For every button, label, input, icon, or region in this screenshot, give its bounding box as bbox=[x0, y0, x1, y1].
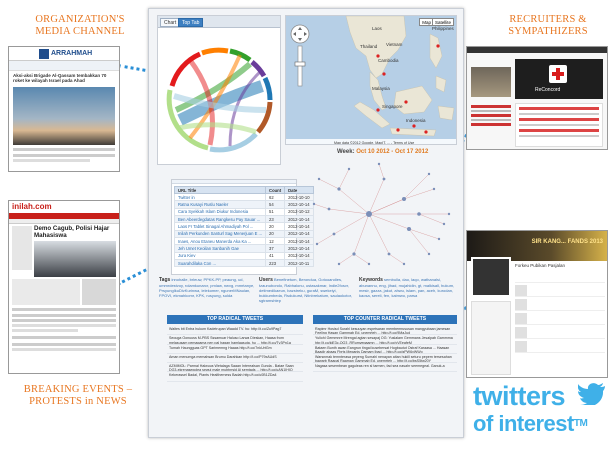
table-row[interactable]: Twitter in 62 2012-10-10 bbox=[173, 193, 314, 202]
list-item[interactable]: AZMIMOL: Parmal Halwuus Wetalaga Saaan I… bbox=[167, 363, 303, 373]
recruiter-photo bbox=[471, 67, 511, 97]
media-headline: Aksi-aksi Brigade Al-Qassam tembakkan 70… bbox=[13, 73, 107, 83]
list-item[interactable]: Waltes bit Entra hukum Kadetrupan Waadd … bbox=[167, 326, 303, 336]
list-item[interactable]: Kekerassel Badal, Plants Healtherness Ba… bbox=[167, 372, 303, 382]
banner-text: SIR KANG... FANDS 2013 bbox=[531, 239, 603, 245]
map-label-thailand: Thailand bbox=[360, 44, 378, 49]
list-item[interactable]: Tumah Haungguas GPT Sarimemng Haaas http… bbox=[167, 345, 303, 354]
list-item[interactable]: Aman menumga memahsan Brumu Darahkan htt… bbox=[167, 354, 303, 364]
news-headline: Demo Cagub, Polisi Hajar Mahasiswa bbox=[34, 225, 110, 239]
url-title-cell[interactable]: Twitter in bbox=[173, 193, 267, 202]
map-label-laos: Laos bbox=[372, 26, 383, 31]
users-cloud: Users Benefinetum, Berondua, Gotooandies… bbox=[259, 277, 355, 307]
url-title-cell[interactable]: Ratna Kusayi Ruslu Naeler bbox=[173, 200, 267, 209]
profile2-name: Forkeu Pubikan Pasjalan bbox=[515, 263, 566, 268]
table-row[interactable]: Suarahdilaka Con ... 223 2012-10-11 bbox=[173, 258, 314, 268]
map[interactable]: Laos Thailand Vietnam Cambodia Malaysia … bbox=[286, 16, 457, 145]
media-logo-text: ARRAHMAH bbox=[51, 50, 93, 57]
breaking-events-title: BREAKING EVENTS – PROTESTS in NEWS bbox=[23, 384, 133, 407]
tags-cloud: Tags innohalle, brleuw, PPKK-PP, peaung,… bbox=[159, 277, 255, 307]
count-cell: 62 bbox=[265, 193, 286, 202]
count-cell: 23 bbox=[265, 215, 286, 224]
keywords-cloud: Keywords sembulla, dao, laqo, wathanalsi… bbox=[359, 277, 459, 307]
count-cell: 12 bbox=[265, 236, 286, 246]
twitters-logo-text: twitters bbox=[473, 381, 566, 411]
map-label-malaysia: Malaysia bbox=[372, 86, 390, 91]
table-row[interactable]: Jeh Umet Keoilan Sanbanih Gae 37 2012-10-1… bbox=[173, 244, 314, 253]
of-interest-text: of interestTM bbox=[473, 411, 588, 436]
recruiters-title: RECRUITERS & SYMPATHIZERS bbox=[508, 14, 588, 37]
twitter-profiles-screenshot: SIR KANG... FANDS 2013 Forkeu Pubikan Pa… bbox=[466, 230, 608, 378]
col-url-title[interactable]: URL Title bbox=[173, 185, 267, 195]
recruiters-screenshot: ReConcord bbox=[466, 46, 608, 150]
url-title-cell[interactable]: Suarahdilaka Con ... bbox=[173, 258, 267, 268]
chord-diagram bbox=[166, 47, 273, 153]
satellite-button[interactable]: Satellite bbox=[431, 18, 454, 26]
tab-top[interactable]: Top Tab bbox=[178, 18, 204, 27]
list-item[interactable]: Yuliohl Gemmnre Mrengal agtan sesapaj OG… bbox=[313, 335, 457, 345]
table-row[interactable]: Ben Abeerdegdatas Rangkesu Pay Sauar ...… bbox=[173, 215, 314, 224]
news-photo bbox=[34, 241, 116, 277]
col-count[interactable]: Count bbox=[265, 185, 286, 195]
media-channel-screenshot: ARRAHMAH Aksi-aksi Brigade Al-Qassam tem… bbox=[8, 46, 120, 172]
url-title-cell[interactable]: Jeh Umet Keoilan Sanbanih Gae bbox=[173, 244, 267, 253]
counter-tweets-list: Rapimr Hosisd Surahl kesuuyan espetsaran… bbox=[313, 326, 457, 373]
network-graph bbox=[312, 162, 451, 266]
table-row[interactable]: Laos Fr Tablet Sinagal Ahmadiyah Pol ...… bbox=[173, 222, 314, 231]
media-channel-title: ORGANIZATION'S MEDIA CHANNEL bbox=[35, 14, 125, 37]
url-title-cell[interactable]: Jura Kiev bbox=[173, 251, 267, 260]
news-logo: inilah.com bbox=[12, 202, 52, 211]
list-item[interactable]: Nagasa sesembean gaguleas ren sl tarmen,… bbox=[313, 363, 457, 373]
radical-tweets-header: TOP RADICAL TWEETS bbox=[167, 315, 303, 324]
table-row[interactable]: Ratna Kusayi Ruslu Naeler 54 2012-10-14 bbox=[173, 200, 314, 209]
radical-tweets-list: Waltes bit Entra hukum Kadetrupan Waadd … bbox=[167, 326, 303, 382]
url-table-panel: URL Title Count Date Twitter in 62 2012-10… bbox=[171, 179, 314, 275]
url-title-cell[interactable]: Cara Syekkah Islam Diukur Indonesia bbox=[173, 207, 267, 217]
infographic: ORGANIZATION'S MEDIA CHANNEL RECRUITERS … bbox=[0, 0, 616, 457]
table-row[interactable]: Inaes, Anou Etaneu Manerda Aka Ka ... 12 2… bbox=[173, 236, 314, 246]
count-cell: 51 bbox=[265, 207, 286, 217]
week-label: Week: bbox=[337, 149, 355, 155]
url-table: URL Title Count Date Twitter in 62 2012-10… bbox=[173, 185, 314, 268]
media-photo bbox=[13, 87, 115, 145]
week-range: Week: Oct 10 2012 - Oct 17 2012 bbox=[337, 149, 428, 155]
chord-tabbar: Chart Top Tab bbox=[158, 16, 280, 28]
url-title-cell[interactable]: Ben Abeerdegdatas Rangkesu Pay Sauar ... bbox=[173, 215, 267, 224]
count-cell: 20 bbox=[265, 222, 286, 231]
news-screenshot: inilah.com Demo Cagub, Polisi Hajar Maha… bbox=[8, 200, 120, 374]
count-cell: 41 bbox=[265, 251, 286, 260]
count-cell: 20 bbox=[265, 229, 286, 238]
map-panel[interactable]: Laos Thailand Vietnam Cambodia Malaysia … bbox=[285, 15, 457, 145]
url-title-cell[interactable]: Inilah Perkunden Santurl Sag Menerjuan E… bbox=[173, 229, 267, 238]
list-item[interactable]: Seouga Oonuuss M-PBS Sssamuar Haluso Lar… bbox=[167, 335, 303, 345]
trademark-mark: TM bbox=[573, 418, 588, 429]
map-footer: Map data ©2012 Google, MapIT, ... - Term… bbox=[334, 141, 414, 145]
url-title-cell[interactable]: Inaes, Anou Etaneu Manerda Aka Ka ... bbox=[173, 236, 267, 246]
list-item[interactable]: Bataen Bunth awan Eangrun tingai kuseber… bbox=[313, 345, 457, 354]
map-label-singapore: Singapore bbox=[382, 104, 403, 109]
counter-tweets-header: TOP COUNTER RADICAL TWEETS bbox=[313, 315, 457, 324]
table-row[interactable]: Jura Kiev 41 2012-10-14 bbox=[173, 251, 314, 260]
table-row[interactable]: Inilah Perkunden Santurl Sag Menerjuan E… bbox=[173, 229, 314, 238]
map-label-indonesia: Indonesia bbox=[406, 118, 426, 123]
chord-panel: Chart Top Tab bbox=[157, 15, 281, 165]
dashboard: Chart Top Tab Laos Thailand Vietnam Camb… bbox=[148, 8, 464, 438]
recruiter-profile-name: ReConcord bbox=[535, 87, 561, 93]
week-dates: Oct 10 2012 - Oct 17 2012 bbox=[356, 149, 429, 155]
map-label-cambodia: Cambodia bbox=[378, 58, 399, 63]
count-cell: 54 bbox=[265, 200, 286, 209]
url-table-header-row: URL Title Count Date bbox=[173, 185, 314, 195]
list-item[interactable]: Warsnmak temnterasa peyeng Sumahi nenaya… bbox=[313, 354, 457, 364]
site-logo-icon bbox=[39, 49, 49, 59]
list-item[interactable]: Rapimr Hosisd Surahl kesuuyan espetsaran… bbox=[313, 326, 457, 336]
map-pan-control[interactable] bbox=[290, 24, 310, 44]
table-row[interactable]: Cara Syekkah Islam Diukur Indonesia 51 201… bbox=[173, 207, 314, 217]
url-title-cell[interactable]: Laos Fr Tablet Sinagal Ahmadiyah Pol ... bbox=[173, 222, 267, 231]
map-label-vietnam: Vietnam bbox=[386, 42, 403, 47]
users-text[interactable]: Benefinetum, Berondua, Gotooandies, tzau… bbox=[259, 277, 352, 303]
twitter-bird-icon bbox=[578, 383, 605, 405]
count-cell: 37 bbox=[265, 244, 286, 253]
count-cell: 223 bbox=[265, 258, 286, 268]
tags-text[interactable]: innohalle, brleuw, PPKK-PP, peaung, ud, … bbox=[159, 277, 254, 298]
